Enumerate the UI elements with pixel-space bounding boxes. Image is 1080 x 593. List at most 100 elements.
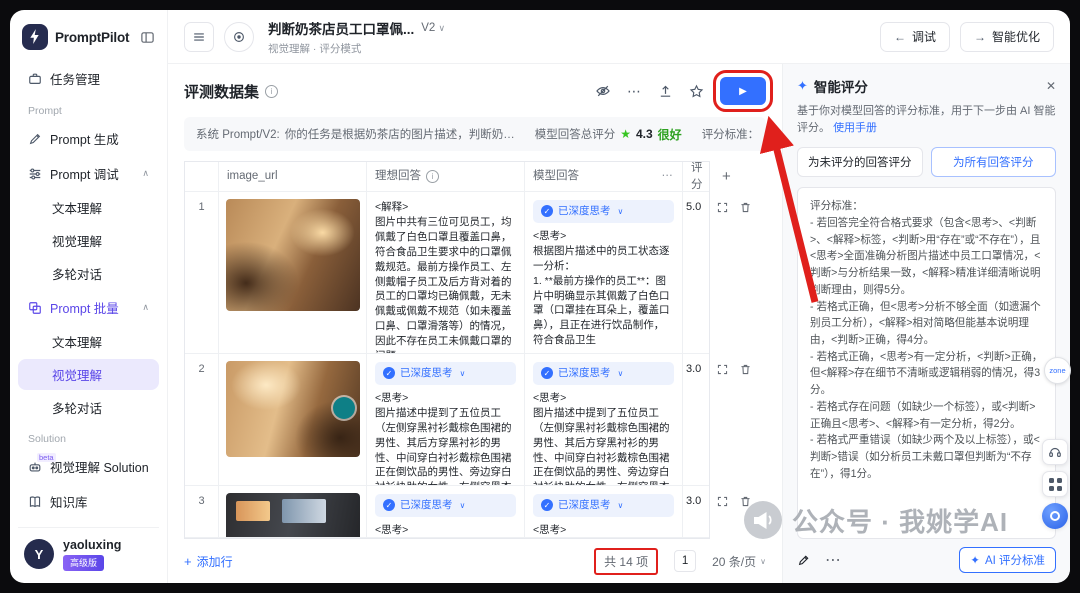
- table-cell-ideal[interactable]: <解释> 图片中共有三位可见员工，均佩戴了白色口罩且覆盖口鼻，符合食品卫生要求中…: [367, 192, 525, 354]
- table-cell-score[interactable]: 5.0: [683, 192, 709, 354]
- deep-think-badge[interactable]: ✓已深度思考∨: [375, 362, 516, 385]
- chevron-down-icon: ∨: [460, 368, 466, 379]
- sidebar-item-label: 任务管理: [50, 69, 100, 88]
- layers-icon: [28, 301, 42, 315]
- column-header-model[interactable]: 模型回答⋯: [525, 162, 683, 192]
- close-icon[interactable]: ✕: [1046, 79, 1056, 93]
- deep-think-badge[interactable]: ✓已深度思考∨: [533, 362, 674, 385]
- sidebar-item-prompt-debug[interactable]: Prompt 调试 ∧: [18, 157, 159, 190]
- debug-button[interactable]: ← 调试: [880, 22, 950, 52]
- cafe-photo-1[interactable]: [226, 199, 360, 311]
- sidebar-item-batch-vision[interactable]: 视觉理解: [18, 359, 159, 390]
- deep-think-badge[interactable]: ✓已深度思考∨: [533, 494, 674, 517]
- column-menu-icon[interactable]: ⋯: [662, 168, 675, 184]
- app-window: PromptPilot 任务管理 Prompt Prompt 生成 Prompt…: [10, 10, 1070, 583]
- chevron-down-icon: ∨: [460, 500, 466, 511]
- delete-row-icon[interactable]: [739, 201, 752, 353]
- smart-optimize-button[interactable]: → 智能优化: [960, 22, 1054, 52]
- run-evaluation-button[interactable]: ▶: [720, 77, 766, 105]
- total-items-count: 共 14 项: [594, 548, 658, 575]
- sidebar-item-vision-solution[interactable]: beta 视觉理解 Solution: [18, 450, 159, 483]
- sidebar-item-knowledge-base[interactable]: 知识库: [18, 485, 159, 518]
- sidebar-item-debug-text[interactable]: 文本理解: [18, 192, 159, 223]
- ai-criteria-button[interactable]: ✦ AI 评分标准: [959, 547, 1056, 573]
- score-grade: 很好: [658, 126, 682, 143]
- table-cell-model[interactable]: ✓已深度思考∨ <思考> 根据图片描述中的员工状态逐一分析： 1. **最前方操…: [525, 192, 683, 354]
- page-size-selector[interactable]: 20 条/页 ∨: [712, 553, 766, 570]
- menu-button[interactable]: [184, 22, 214, 52]
- info-icon[interactable]: i: [265, 85, 278, 98]
- check-icon: ✓: [383, 367, 395, 379]
- grid-icon: [1049, 478, 1062, 491]
- logo-text: PromptPilot: [55, 30, 129, 45]
- table-cell-model[interactable]: ✓已深度思考∨ <思考>: [525, 486, 683, 538]
- star-icon: ★: [620, 127, 631, 141]
- sidebar-item-prompt-generate[interactable]: Prompt 生成: [18, 122, 159, 155]
- chevron-down-icon: ∨: [439, 23, 446, 33]
- customer-service-button[interactable]: [1042, 439, 1068, 465]
- dataset-title: 评测数据集: [184, 81, 259, 102]
- hide-columns-icon[interactable]: [595, 83, 611, 99]
- edit-criteria-icon[interactable]: [797, 553, 811, 567]
- sidebar-item-debug-vision[interactable]: 视觉理解: [18, 225, 159, 256]
- sidebar-item-prompt-batch[interactable]: Prompt 批量 ∧: [18, 291, 159, 324]
- column-header-image[interactable]: image_url: [219, 162, 367, 192]
- expand-row-icon[interactable]: [716, 363, 729, 485]
- score-summary-label: 模型回答总评分: [535, 126, 616, 142]
- delete-row-icon[interactable]: [739, 495, 752, 539]
- column-header-score[interactable]: 评分: [683, 162, 709, 192]
- version-selector[interactable]: V2 ∨: [421, 22, 445, 34]
- user-profile[interactable]: Y yaoluxing 高级版: [18, 527, 159, 572]
- sparkle-icon: ✦: [970, 553, 980, 567]
- upload-icon[interactable]: [658, 84, 673, 99]
- delete-row-icon[interactable]: [739, 363, 752, 485]
- more-actions-icon[interactable]: ⋯: [825, 550, 842, 570]
- sidebar-item-task-management[interactable]: 任务管理: [18, 62, 159, 95]
- page-title: 判断奶茶店员工口罩佩...: [268, 18, 414, 38]
- premium-badge: 高级版: [63, 555, 104, 571]
- cafe-photo-3[interactable]: [226, 493, 360, 538]
- arrow-right-icon: →: [974, 30, 986, 44]
- page-number-button[interactable]: 1: [674, 550, 696, 572]
- table-cell-score[interactable]: 3.0: [683, 354, 709, 486]
- expand-row-icon[interactable]: [716, 495, 729, 539]
- table-cell-model[interactable]: ✓已深度思考∨ <思考> 图片描述中提到了五位员工（左侧穿黑衬衫戴棕色围裙的男性…: [525, 354, 683, 486]
- table-cell-image[interactable]: [219, 354, 367, 486]
- table-cell-score[interactable]: 3.0: [683, 486, 709, 538]
- target-button[interactable]: [224, 22, 254, 52]
- table-cell-image[interactable]: [219, 192, 367, 354]
- deep-think-badge[interactable]: ✓已深度思考∨: [533, 200, 674, 223]
- manual-link[interactable]: 使用手册: [833, 122, 877, 134]
- scoring-criteria-text[interactable]: 评分标准： - 若回答完全符合格式要求（包含<思考>、<判断>、<解释>标签，<…: [797, 187, 1056, 539]
- apps-grid-button[interactable]: [1042, 471, 1068, 497]
- sidebar-item-label: 视觉理解 Solution: [50, 457, 149, 476]
- table-cell-ideal[interactable]: ✓已深度思考∨ <思考>: [367, 486, 525, 538]
- sidebar-item-label: Prompt 调试: [50, 164, 119, 183]
- cafe-photo-2[interactable]: [226, 361, 360, 457]
- check-icon: ✓: [541, 205, 553, 217]
- column-header-ideal[interactable]: 理想回答i: [367, 162, 525, 192]
- score-unscored-button[interactable]: 为未评分的回答评分: [797, 147, 923, 177]
- check-icon: ✓: [541, 367, 553, 379]
- table-cell-image[interactable]: [219, 486, 367, 538]
- star-icon[interactable]: [689, 84, 704, 99]
- sidebar-collapse-icon[interactable]: [140, 30, 155, 45]
- beta-tag: beta: [37, 453, 56, 463]
- sidebar-item-batch-chat[interactable]: 多轮对话: [18, 392, 159, 423]
- sidebar-item-label: 多轮对话: [52, 264, 102, 283]
- more-actions-icon[interactable]: ⋯: [627, 83, 642, 100]
- sidebar-item-debug-chat[interactable]: 多轮对话: [18, 258, 159, 289]
- add-column-button[interactable]: +: [722, 168, 731, 185]
- system-prompt-bar[interactable]: 系统 Prompt/V2: 你的任务是根据奶茶店的图片描述，判断奶茶... 模型…: [184, 117, 766, 151]
- table-cell-ideal[interactable]: ✓已深度思考∨ <思考> 图片描述中提到了五位员工（左侧穿黑衬衫戴棕色围裙的男性…: [367, 354, 525, 486]
- chevron-up-icon: ∧: [142, 168, 149, 179]
- score-all-button[interactable]: 为所有回答评分: [931, 147, 1057, 177]
- add-row-button[interactable]: + 添加行: [184, 553, 233, 570]
- sidebar-item-batch-text[interactable]: 文本理解: [18, 326, 159, 357]
- assistant-bubble-button[interactable]: [1042, 503, 1068, 529]
- briefcase-icon: [28, 72, 42, 86]
- row-number-header: [185, 162, 219, 192]
- deep-think-badge[interactable]: ✓已深度思考∨: [375, 494, 516, 517]
- expand-row-icon[interactable]: [716, 201, 729, 353]
- chevron-up-icon: ∧: [142, 302, 149, 313]
